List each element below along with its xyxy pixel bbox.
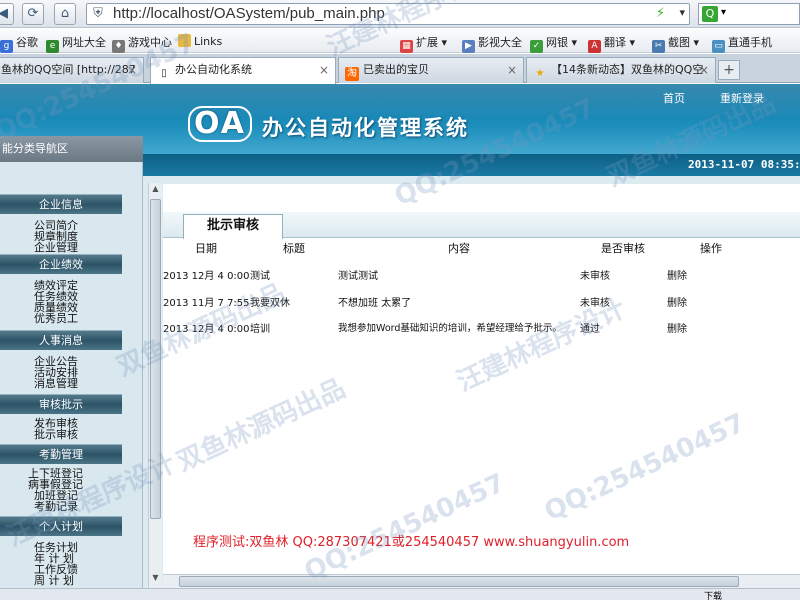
sidebar-section-personal-plan[interactable]: 个人计划 xyxy=(0,516,122,536)
sidebar-scrollbar[interactable]: ▲ ▼ xyxy=(148,183,162,588)
sidebar-section-hr-news[interactable]: 人事消息 xyxy=(0,330,122,350)
speed-mode-icon[interactable]: ⚡ xyxy=(656,6,665,21)
google-icon: g xyxy=(0,40,13,53)
column-header-status: 是否审核 xyxy=(601,242,645,255)
status-bar: 下载 xyxy=(0,588,800,600)
column-header-title: 标题 xyxy=(283,242,305,255)
table-row-title: 测试 xyxy=(250,271,270,282)
scissors-icon: ✂ xyxy=(652,40,665,53)
system-title: 办公自动化管理系统 xyxy=(262,116,469,140)
taobao-icon: 淘 xyxy=(345,67,359,81)
browser-tab-qzone[interactable]: 鱼林的QQ空间 [http://287 × xyxy=(0,57,144,83)
browser-tab-strip: 鱼林的QQ空间 [http://287 × ▯ 办公自动化系统 × 淘已卖出的宝贝 × … xyxy=(0,54,800,84)
bookmark-bank[interactable]: ✓ 网银 ▾ xyxy=(530,34,577,53)
column-header-content: 内容 xyxy=(448,242,470,255)
sidebar-item[interactable]: 批示审核 xyxy=(34,429,78,440)
bookmark-games[interactable]: ♦ 游戏中心 xyxy=(112,34,172,53)
table-row-date: 2013 12月 4 0:00 xyxy=(163,271,250,282)
sidebar-item[interactable]: 消息管理 xyxy=(34,378,78,389)
bookmarks-bar: g 谷歌 e 网址大全 ♦ 游戏中心 Links ▦ 扩展 ▾ ▶ 影视大全 ✓ 网银 ▾ … xyxy=(0,29,800,53)
gamepad-icon: ♦ xyxy=(112,40,125,53)
column-header-action: 操作 xyxy=(700,242,722,255)
sidebar-item[interactable]: 考勤记录 xyxy=(34,501,78,512)
bookmark-links[interactable]: Links xyxy=(178,34,222,48)
table-row-content: 我想参加Word基础知识的培训，希望经理给予批示。 xyxy=(338,323,562,334)
folder-icon xyxy=(178,34,191,47)
chevron-down-icon[interactable]: ▾ xyxy=(679,6,685,19)
close-icon[interactable]: × xyxy=(699,58,709,82)
browser-tab-taobao[interactable]: 淘已卖出的宝贝 × xyxy=(338,57,524,83)
download-indicator[interactable]: 下载 xyxy=(704,589,722,600)
bookmark-translate[interactable]: A 翻译 ▾ xyxy=(588,34,635,53)
sidebar-item[interactable]: 优秀员工 xyxy=(34,313,78,324)
search-box[interactable]: Q ▾ xyxy=(698,3,800,25)
scrollbar-thumb[interactable] xyxy=(179,576,739,587)
sidebar-section-company-info[interactable]: 企业信息 xyxy=(0,194,122,214)
chevron-down-icon[interactable]: ▾ xyxy=(721,7,726,18)
sidebar-section-attendance[interactable]: 考勤管理 xyxy=(0,444,122,464)
bookmark-directory[interactable]: e 网址大全 xyxy=(46,34,106,53)
close-icon[interactable]: × xyxy=(319,58,329,82)
footer-note: 程序测试:双鱼林 QQ:287307421或254540457 www.shua… xyxy=(193,535,630,550)
nav-home-link[interactable]: 首页 xyxy=(663,90,685,106)
url-text[interactable]: http://localhost/OASystem/pub_main.php xyxy=(113,5,385,22)
home-button[interactable]: ⌂ xyxy=(54,3,76,25)
address-bar[interactable]: ⛨ http://localhost/OASystem/pub_main.php… xyxy=(86,3,690,25)
table-row-content: 测试测试 xyxy=(338,271,378,282)
scroll-down-icon[interactable]: ▼ xyxy=(150,573,161,586)
oa-page: 首页 重新登录 OA 办公自动化管理系统 能分类导航区 2013-11-07 0… xyxy=(0,84,800,588)
globe-icon: e xyxy=(46,40,59,53)
scrollbar-thumb[interactable] xyxy=(150,199,161,519)
browser-toolbar: ◀ ⟳ ⌂ ⛨ http://localhost/OASystem/pub_ma… xyxy=(0,0,800,28)
browser-tab-qzone-news[interactable]: ★ 【14条新动态】双鱼林的QQ空 × xyxy=(526,57,716,83)
search-engine-icon[interactable]: Q xyxy=(702,6,718,22)
close-icon[interactable]: × xyxy=(127,58,137,82)
sidebar-section-review[interactable]: 审核批示 xyxy=(0,394,122,414)
sidebar-section-performance[interactable]: 企业绩效 xyxy=(0,254,122,274)
table-row-content: 不想加班 太累了 xyxy=(338,298,412,309)
table-row-title: 我要双休 xyxy=(250,298,290,309)
oa-logo: OA xyxy=(188,106,252,142)
sidebar-item[interactable]: 企业管理 xyxy=(34,242,78,253)
date-bar: 2013-11-07 08:35:0 xyxy=(143,154,800,176)
table-row-title: 培训 xyxy=(250,324,270,335)
tab-review-approval[interactable]: 批示审核 xyxy=(183,214,283,239)
extensions-icon: ▦ xyxy=(400,40,413,53)
table-row-status: 通过 xyxy=(580,324,600,335)
shield-icon: ⛨ xyxy=(93,6,103,21)
bookmark-google[interactable]: g 谷歌 xyxy=(0,34,38,53)
delete-link[interactable]: 删除 xyxy=(667,294,687,309)
table-row-status: 未审核 xyxy=(580,271,610,282)
table-row-date: 2013 12月 4 0:00 xyxy=(163,324,250,335)
video-icon: ▶ xyxy=(462,40,475,53)
back-button[interactable]: ◀ xyxy=(0,3,14,25)
refresh-button[interactable]: ⟳ xyxy=(22,3,44,25)
scroll-up-icon[interactable]: ▲ xyxy=(150,184,161,197)
main-content: 批示审核 日期 标题 内容 是否审核 操作 2013 12月 4 0:00 测试… xyxy=(163,184,800,588)
content-tab-header: 批示审核 xyxy=(163,212,800,239)
translate-icon: A xyxy=(588,40,601,53)
bookmark-video[interactable]: ▶ 影视大全 xyxy=(462,34,522,53)
close-icon[interactable]: × xyxy=(507,58,517,82)
nav-relogin-link[interactable]: 重新登录 xyxy=(720,90,764,106)
bookmark-extensions[interactable]: ▦ 扩展 ▾ xyxy=(400,34,447,53)
column-header-date: 日期 xyxy=(195,242,217,255)
sidebar-item[interactable]: 周 计 划 xyxy=(34,575,74,586)
table-row-status: 未审核 xyxy=(580,298,610,309)
page-icon: ▯ xyxy=(161,68,167,79)
sidebar-title: 能分类导航区 xyxy=(0,136,143,162)
phone-icon: ▭ xyxy=(712,40,725,53)
delete-link[interactable]: 删除 xyxy=(667,267,687,282)
browser-tab-oa[interactable]: ▯ 办公自动化系统 × xyxy=(150,57,336,84)
sidebar: 企业信息 公司简介 规章制度 企业管理 企业绩效 绩效评定 任务绩效 质量绩效 … xyxy=(0,162,143,588)
bookmark-phone[interactable]: ▭ 直通手机 xyxy=(712,34,772,53)
current-datetime: 2013-11-07 08:35:0 xyxy=(688,158,800,171)
horizontal-scrollbar[interactable] xyxy=(163,574,800,588)
shield-icon: ✓ xyxy=(530,40,543,53)
new-tab-button[interactable]: + xyxy=(718,60,740,80)
table-row-date: 2013 11月 7 7:55 xyxy=(163,298,250,309)
bookmark-screenshot[interactable]: ✂ 截图 ▾ xyxy=(652,34,699,53)
star-icon: ★ xyxy=(535,68,545,79)
delete-link[interactable]: 删除 xyxy=(667,320,687,335)
